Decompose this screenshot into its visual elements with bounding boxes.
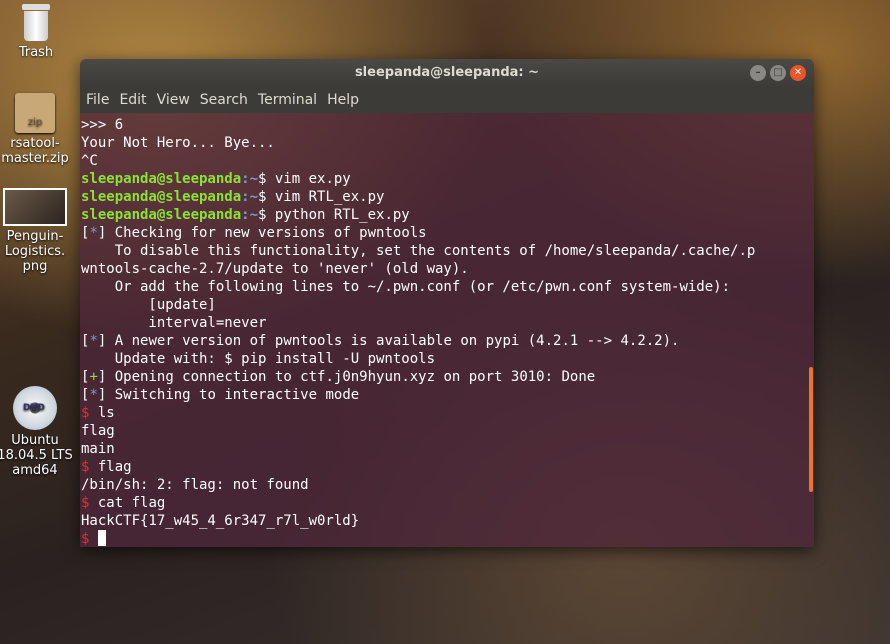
output-text: Switching to interactive mode <box>106 387 360 403</box>
menu-bar: File Edit View Search Terminal Help <box>80 87 814 113</box>
terminal-line: [*] Switching to interactive mode <box>81 386 814 404</box>
output-text: [update] <box>81 297 216 313</box>
terminal-line: Or add the following lines to ~/.pwn.con… <box>81 278 814 296</box>
command-text <box>89 531 97 547</box>
output-text: >>> 6 <box>81 117 124 133</box>
output-text: ^C <box>81 153 98 169</box>
terminal-line: interval=never <box>81 314 814 332</box>
command-text: $ python RTL_ex.py <box>258 207 410 223</box>
prompt-user: sleepanda@sleepanda <box>81 189 242 205</box>
terminal-line: sleepanda@sleepanda:~$ vim RTL_ex.py <box>81 188 814 206</box>
menu-view[interactable]: View <box>157 92 190 108</box>
status-marker: * <box>89 333 98 349</box>
prompt-path: :~ <box>241 171 259 187</box>
terminal-line: $ <box>81 530 814 547</box>
image-thumbnail-icon <box>3 188 67 226</box>
text-cursor <box>97 530 106 546</box>
menu-edit[interactable]: Edit <box>119 92 146 108</box>
window-title: sleepanda@sleepanda: ~ <box>354 65 540 80</box>
desktop-icon-label: Trash <box>18 45 54 60</box>
trash-icon <box>20 4 52 42</box>
status-marker: + <box>89 369 98 385</box>
output-text: HackCTF{17_w45_4_6r347_r7l_w0rld} <box>81 513 360 529</box>
terminal-line: $ flag <box>81 458 814 476</box>
menu-terminal[interactable]: Terminal <box>258 92 317 108</box>
terminal-line: Your Not Hero... Bye... <box>81 134 814 152</box>
terminal-line: HackCTF{17_w45_4_6r347_r7l_w0rld} <box>81 512 814 530</box>
terminal-line: sleepanda@sleepanda:~$ python RTL_ex.py <box>81 206 814 224</box>
terminal-window[interactable]: sleepanda@sleepanda: ~ – □ ✕ File Edit V… <box>80 59 814 547</box>
terminal-line: main <box>81 440 814 458</box>
output-text: wntools-cache-2.7/update to 'never' (old… <box>81 261 469 277</box>
dvd-disc-icon: DVD <box>13 386 57 430</box>
close-button[interactable]: ✕ <box>790 65 806 81</box>
terminal-scrollbar[interactable] <box>809 367 813 492</box>
terminal-line: /bin/sh: 2: flag: not found <box>81 476 814 494</box>
terminal-line: [+] Opening connection to ctf.j0n9hyun.x… <box>81 368 814 386</box>
command-text: ls <box>89 405 115 421</box>
output-text: Opening connection to ctf.j0n9hyun.xyz o… <box>106 369 596 385</box>
prompt-user: sleepanda@sleepanda <box>81 171 242 187</box>
output-text: Or add the following lines to ~/.pwn.con… <box>81 279 731 295</box>
menu-search[interactable]: Search <box>200 92 248 108</box>
desktop-icon-label: Ubuntu 18.04.5 LTS amd64 <box>0 433 73 478</box>
output-text: main <box>81 441 115 457</box>
terminal-line: >>> 6 <box>81 116 814 134</box>
prompt-path: :~ <box>241 207 259 223</box>
terminal-output[interactable]: >>> 6 Your Not Hero... Bye... ^C sleepanda@… <box>80 113 814 547</box>
output-text: To disable this functionality, set the c… <box>81 243 756 259</box>
terminal-line: $ ls <box>81 404 814 422</box>
terminal-line: ^C <box>81 152 814 170</box>
minimize-button[interactable]: – <box>750 65 766 81</box>
desktop-icon-rsatool-zip[interactable]: zip rsatool- master.zip <box>0 93 75 166</box>
desktop-icon-label: rsatool- master.zip <box>1 136 69 166</box>
terminal-line: [*] Checking for new versions of pwntool… <box>81 224 814 242</box>
terminal-line: Update with: $ pip install -U pwntools <box>81 350 814 368</box>
terminal-line: sleepanda@sleepanda:~$ vim ex.py <box>81 170 814 188</box>
command-text: $ vim RTL_ex.py <box>258 189 385 205</box>
zip-archive-icon: zip <box>15 93 55 133</box>
desktop-icon-ubuntu-dvd[interactable]: DVD Ubuntu 18.04.5 LTS amd64 <box>0 386 75 478</box>
desktop-icon-penguin-png[interactable]: Penguin- Logistics. png <box>0 188 75 274</box>
command-text: flag <box>89 459 132 475</box>
output-text: Checking for new versions of pwntools <box>106 225 427 241</box>
terminal-line: wntools-cache-2.7/update to 'never' (old… <box>81 260 814 278</box>
window-titlebar[interactable]: sleepanda@sleepanda: ~ – □ ✕ <box>80 59 814 87</box>
status-marker: * <box>89 387 98 403</box>
output-text: flag <box>81 423 115 439</box>
command-text: $ vim ex.py <box>258 171 351 187</box>
output-text: Update with: $ pip install -U pwntools <box>81 351 436 367</box>
terminal-line: To disable this functionality, set the c… <box>81 242 814 260</box>
output-text: A newer version of pwntools is available… <box>106 333 680 349</box>
menu-file[interactable]: File <box>86 92 109 108</box>
menu-help[interactable]: Help <box>327 92 359 108</box>
terminal-line: flag <box>81 422 814 440</box>
output-text: interval=never <box>81 315 267 331</box>
output-text: /bin/sh: 2: flag: not found <box>81 477 309 493</box>
desktop-icon-trash[interactable]: Trash <box>0 4 76 60</box>
desktop-icon-label: Penguin- Logistics. png <box>4 229 66 274</box>
status-marker: * <box>89 225 98 241</box>
terminal-line: [update] <box>81 296 814 314</box>
prompt-path: :~ <box>241 189 259 205</box>
output-text: Your Not Hero... Bye... <box>81 135 275 151</box>
terminal-line: [*] A newer version of pwntools is avail… <box>81 332 814 350</box>
terminal-line: $ cat flag <box>81 494 814 512</box>
prompt-user: sleepanda@sleepanda <box>81 207 242 223</box>
maximize-button[interactable]: □ <box>770 65 786 81</box>
command-text: cat flag <box>89 495 166 511</box>
